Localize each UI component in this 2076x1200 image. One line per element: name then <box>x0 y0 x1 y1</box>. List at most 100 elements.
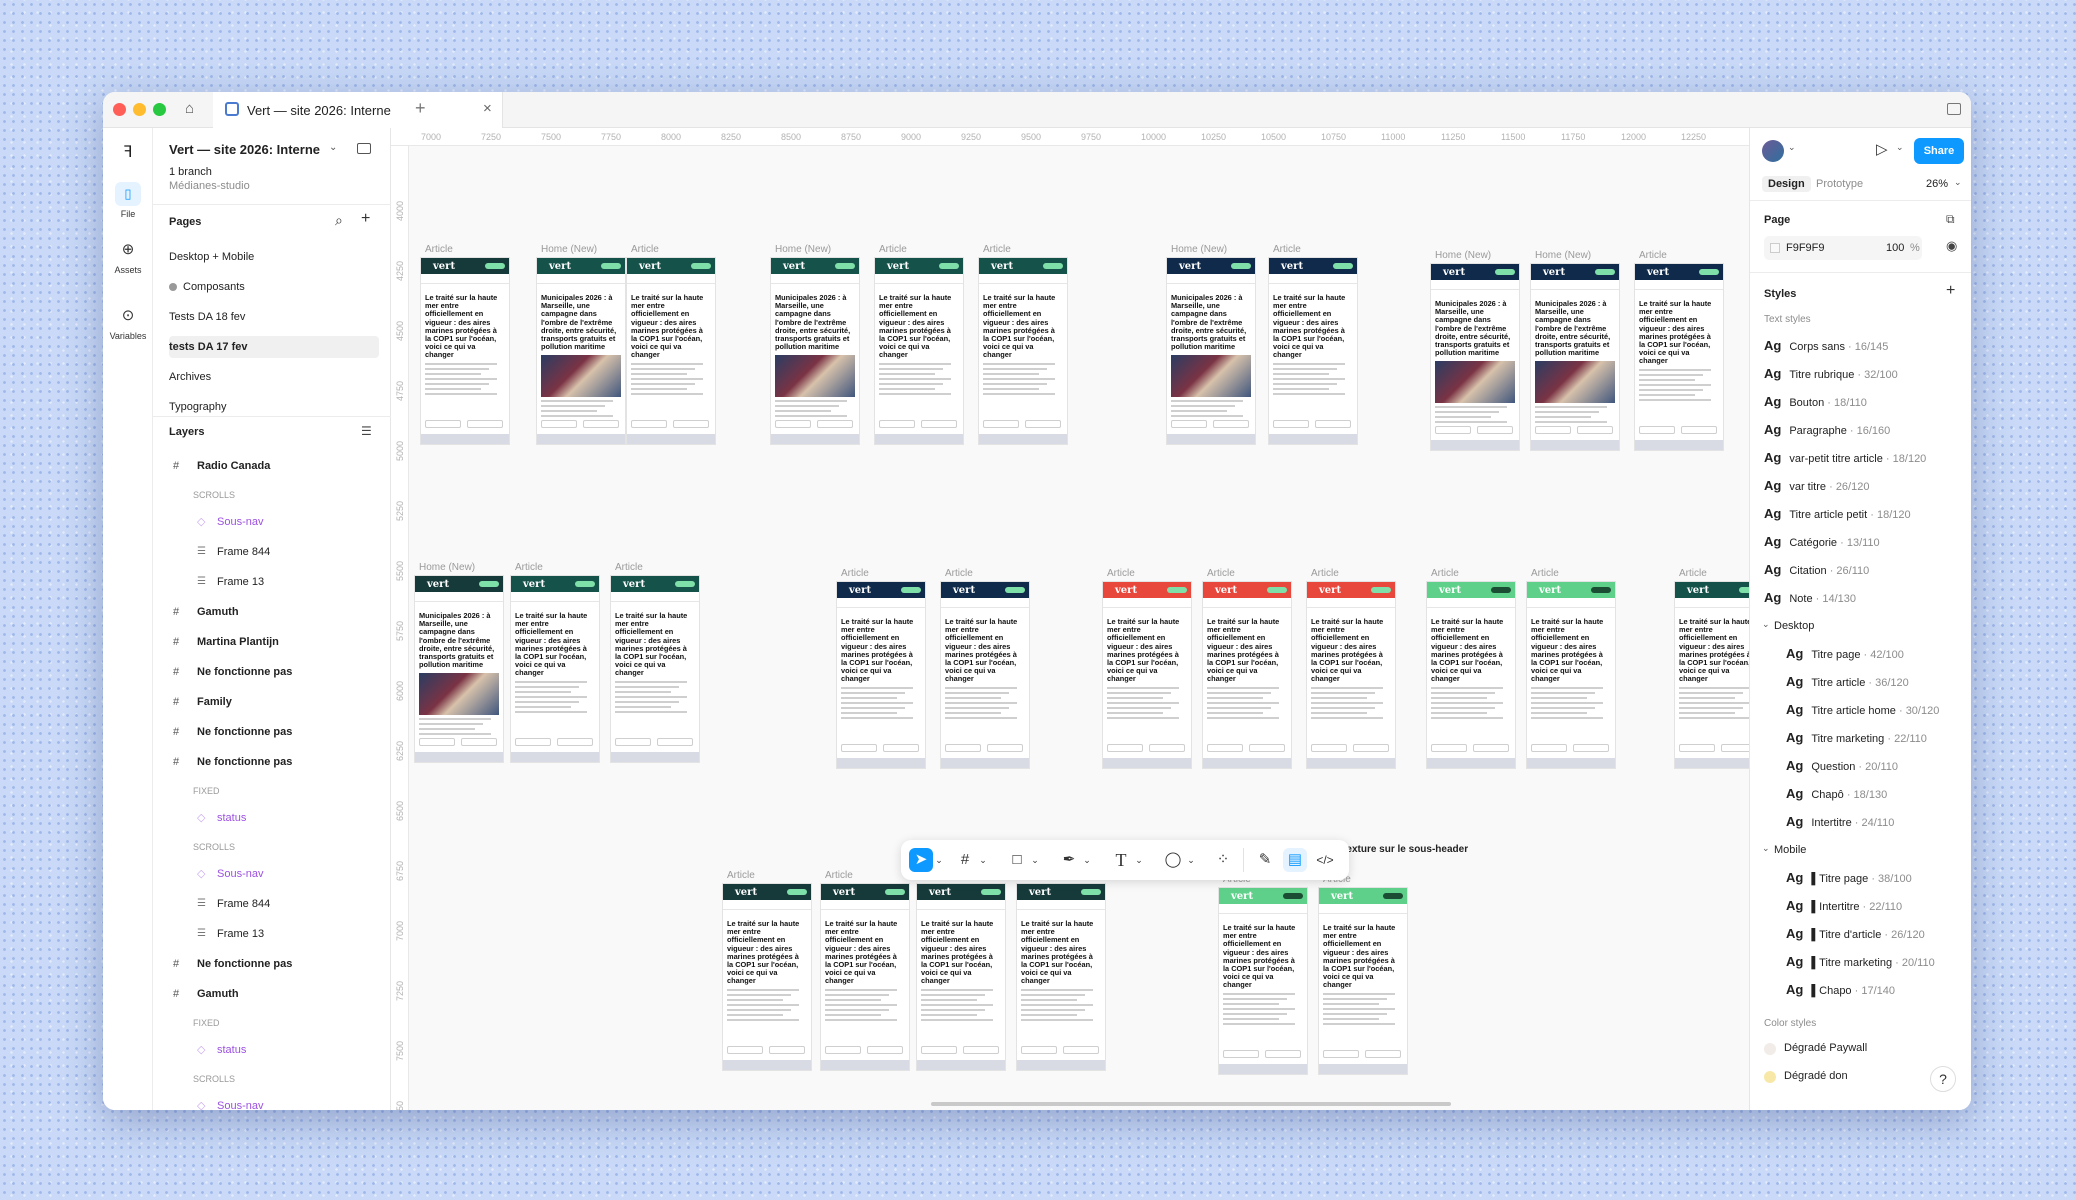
layer-item[interactable]: Sous-nav <box>217 516 263 528</box>
add-page-icon[interactable]: + <box>361 210 370 228</box>
frame-label[interactable]: Article <box>1431 568 1459 579</box>
layer-item[interactable]: status <box>217 812 246 824</box>
chevron-down-icon[interactable]: ⌄ <box>1762 619 1770 630</box>
canvas-frame[interactable]: vert Le traité sur la haute mer entre off… <box>1017 884 1105 1070</box>
add-style-icon[interactable]: + <box>1946 282 1955 300</box>
close-window-button[interactable] <box>113 103 126 116</box>
layer-item[interactable]: FIXED <box>193 786 220 796</box>
home-icon[interactable]: ⌂ <box>185 100 194 117</box>
desktop-group-label[interactable]: Desktop <box>1774 620 1814 632</box>
canvas-frame[interactable]: vert Le traité sur la haute mer entre off… <box>837 582 925 768</box>
frame-label[interactable]: Home (New) <box>541 244 597 255</box>
layer-item[interactable]: Sous-nav <box>217 1100 263 1110</box>
canvas-frame[interactable]: vert Le traité sur la haute mer entre off… <box>1203 582 1291 768</box>
canvas-frame[interactable]: vert Le traité sur la haute mer entre off… <box>1319 888 1407 1074</box>
canvas-frame[interactable]: vert Municipales 2026 : à Marseille, une … <box>1167 258 1255 444</box>
chevron-down-icon[interactable]: ⌄ <box>933 848 945 872</box>
layer-item[interactable]: status <box>217 1044 246 1056</box>
canvas-frame[interactable]: vert Le traité sur la haute mer entre off… <box>1427 582 1515 768</box>
frame-label[interactable]: Home (New) <box>1435 250 1491 261</box>
canvas-frame[interactable]: vert Le traité sur la haute mer entre off… <box>1219 888 1307 1074</box>
text-style-item[interactable]: Ag Corps sans · 16/145 <box>1764 338 1888 353</box>
frame-label[interactable]: Article <box>841 568 869 579</box>
frame-label[interactable]: Article <box>615 562 643 573</box>
sidebar-toggle-icon[interactable] <box>357 143 371 154</box>
frame-label[interactable]: Article <box>983 244 1011 255</box>
draw-mode-button[interactable]: ✎ <box>1253 848 1277 872</box>
layer-item[interactable]: Ne fonctionne pas <box>197 726 292 738</box>
canvas-frame[interactable]: vert Le traité sur la haute mer entre off… <box>979 258 1067 444</box>
layer-item[interactable]: Frame 844 <box>217 898 270 910</box>
canvas-frame[interactable]: vert Le traité sur la haute mer entre off… <box>917 884 1005 1070</box>
help-button[interactable]: ? <box>1930 1066 1956 1092</box>
page-item[interactable]: Archives <box>169 366 379 388</box>
canvas-frame[interactable]: vert Le traité sur la haute mer entre off… <box>611 576 699 762</box>
page-item[interactable]: Typography <box>169 396 379 418</box>
text-style-item[interactable]: Ag Titre page · 42/100 <box>1786 646 1904 661</box>
page-item[interactable]: Desktop + Mobile <box>169 246 379 268</box>
visibility-eye-icon[interactable]: ◉ <box>1946 238 1957 254</box>
frame-label[interactable]: Article <box>515 562 543 573</box>
minimize-window-button[interactable] <box>133 103 146 116</box>
canvas-frame[interactable]: vert Municipales 2026 : à Marseille, une … <box>1431 264 1519 450</box>
layer-item[interactable]: FIXED <box>193 1018 220 1028</box>
text-style-item[interactable]: Ag ▌Titre marketing · 20/110 <box>1786 954 1935 969</box>
design-mode-button[interactable]: ▤ <box>1283 848 1307 872</box>
frame-label[interactable]: Article <box>1679 568 1707 579</box>
text-style-item[interactable]: Ag ▌Intertitre · 22/110 <box>1786 898 1902 913</box>
text-style-item[interactable]: Ag Question · 20/110 <box>1786 758 1898 773</box>
canvas-frame[interactable]: vert Municipales 2026 : à Marseille, une … <box>537 258 625 444</box>
layer-item[interactable]: Gamuth <box>197 606 239 618</box>
rail-file[interactable]: ▯ File <box>103 182 153 219</box>
text-style-item[interactable]: Ag var-petit titre article · 18/120 <box>1764 450 1926 465</box>
file-name[interactable]: Vert — site 2026: Interne <box>169 142 320 157</box>
frame-label[interactable]: Article <box>1273 244 1301 255</box>
text-style-item[interactable]: Ag ▌Chapo · 17/140 <box>1786 982 1895 997</box>
avatar[interactable] <box>1762 140 1784 162</box>
search-icon[interactable]: ⌕ <box>335 212 343 229</box>
text-style-item[interactable]: Ag Titre marketing · 22/110 <box>1786 730 1927 745</box>
chevron-down-icon[interactable]: ⌄ <box>977 848 989 872</box>
layer-item[interactable]: Family <box>197 696 232 708</box>
move-tool-button[interactable]: ➤ <box>909 848 933 872</box>
chevron-down-icon[interactable]: ⌄ <box>1762 843 1770 854</box>
zoom-dropdown[interactable]: 26% <box>1926 178 1948 190</box>
layer-item[interactable]: Frame 844 <box>217 546 270 558</box>
layer-item[interactable]: Sous-nav <box>217 868 263 880</box>
text-style-item[interactable]: Ag Catégorie · 13/110 <box>1764 534 1880 549</box>
layer-item[interactable]: Frame 13 <box>217 576 264 588</box>
chevron-down-icon[interactable]: ⌄ <box>1954 177 1962 188</box>
page-item[interactable]: Composants <box>169 276 379 298</box>
file-tab[interactable]: Vert — site 2026: Interne × <box>213 92 503 128</box>
canvas-frame[interactable]: vert Le traité sur la haute mer entre off… <box>511 576 599 762</box>
chevron-down-icon[interactable]: ⌄ <box>1896 142 1904 153</box>
pen-tool-button[interactable]: ✒ <box>1057 848 1081 872</box>
frame-label[interactable]: Article <box>631 244 659 255</box>
chevron-down-icon[interactable]: ⌄ <box>329 142 337 153</box>
text-style-item[interactable]: Ag Titre article · 36/120 <box>1786 674 1909 689</box>
share-button[interactable]: Share <box>1914 138 1964 164</box>
panel-toggle-icon[interactable] <box>1947 103 1961 115</box>
layer-item[interactable]: SCROLLS <box>193 1074 235 1084</box>
layer-item[interactable]: SCROLLS <box>193 490 235 500</box>
tab-prototype[interactable]: Prototype <box>1816 178 1863 190</box>
rail-assets[interactable]: ⊕ Assets <box>103 238 153 275</box>
page-color-swatch[interactable] <box>1770 243 1780 253</box>
close-tab-icon[interactable]: × <box>483 100 492 117</box>
page-item[interactable]: Tests DA 18 fev <box>169 306 379 328</box>
new-tab-icon[interactable]: + <box>415 98 426 119</box>
canvas-frame[interactable]: vert Municipales 2026 : à Marseille, une … <box>415 576 503 762</box>
comment-tool-button[interactable]: ◯ <box>1161 848 1185 872</box>
canvas-frame[interactable]: vert Municipales 2026 : à Marseille, une … <box>771 258 859 444</box>
canvas-frame[interactable]: vert Municipales 2026 : à Marseille, une … <box>1531 264 1619 450</box>
text-style-item[interactable]: Ag ▌Titre d'article · 26/120 <box>1786 926 1925 941</box>
text-style-item[interactable]: Ag var titre · 26/120 <box>1764 478 1869 493</box>
collapse-layers-icon[interactable]: ☰ <box>361 424 372 438</box>
text-style-item[interactable]: Ag ▌Titre page · 38/100 <box>1786 870 1912 885</box>
text-style-item[interactable]: Ag Titre article home · 30/120 <box>1786 702 1939 717</box>
canvas-frame[interactable]: vert Le traité sur la haute mer entre off… <box>627 258 715 444</box>
frame-label[interactable]: Home (New) <box>419 562 475 573</box>
tab-design[interactable]: Design <box>1762 176 1811 192</box>
zoom-window-button[interactable] <box>153 103 166 116</box>
chevron-down-icon[interactable]: ⌄ <box>1081 848 1093 872</box>
